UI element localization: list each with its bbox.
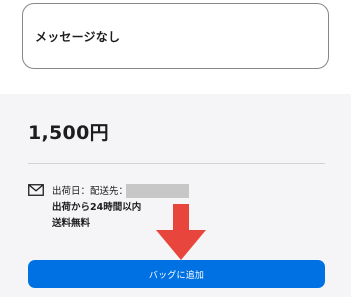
gift-message-box[interactable]: メッセージなし bbox=[22, 3, 329, 69]
gift-message-text: メッセージなし bbox=[35, 30, 121, 44]
mail-icon bbox=[28, 184, 44, 196]
redacted-address bbox=[126, 184, 189, 198]
add-to-bag-label: バッグに追加 bbox=[148, 270, 205, 281]
price-label: 1,500円 bbox=[28, 122, 109, 144]
shipping-estimate: 出荷から24時間以内 bbox=[52, 202, 142, 213]
shipping-label: 出荷日：配送先： bbox=[52, 186, 129, 197]
divider bbox=[28, 163, 325, 164]
arrow-down-icon bbox=[156, 204, 206, 260]
add-to-bag-button[interactable]: バッグに追加 bbox=[28, 260, 325, 288]
shipping-fee: 送料無料 bbox=[52, 218, 91, 229]
purchase-panel: 1,500円 出荷日：配送先： 出荷から24時間以内 送料無料 バッグに追加 bbox=[0, 94, 351, 297]
